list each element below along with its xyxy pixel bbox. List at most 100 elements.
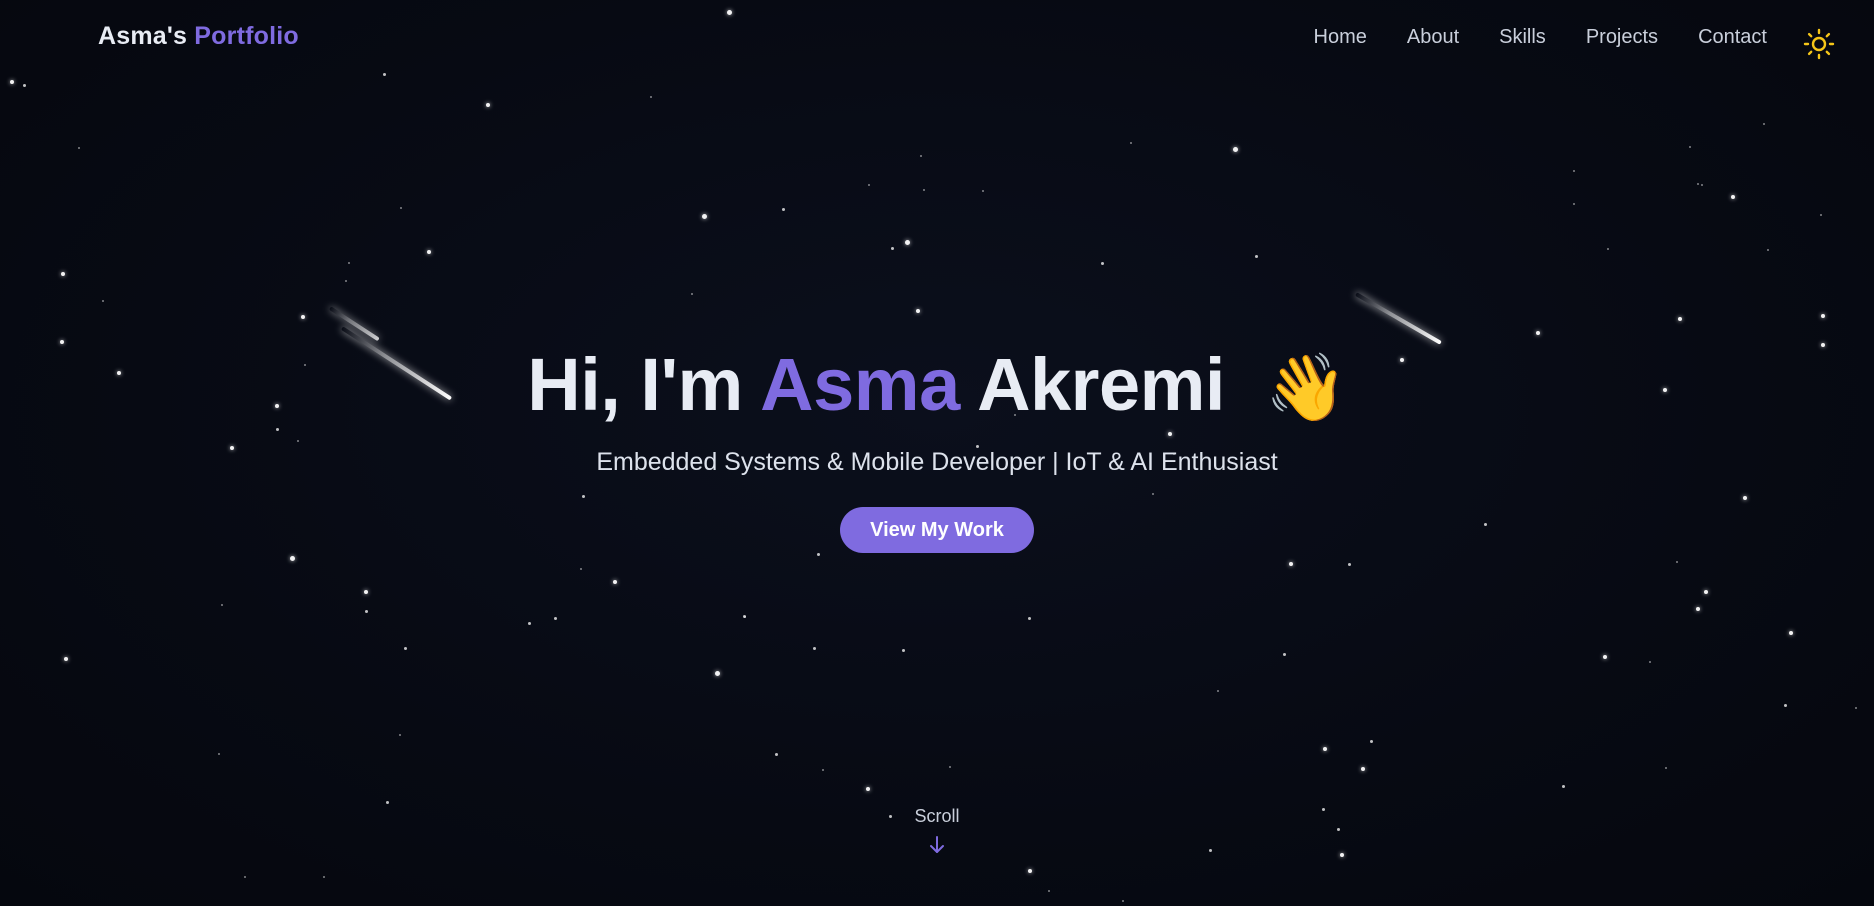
star-dot <box>301 315 305 319</box>
brand-logo[interactable]: Asma's Portfolio <box>98 22 299 51</box>
star-dot <box>290 556 295 561</box>
star-dot <box>1649 661 1651 663</box>
star-dot <box>1233 147 1238 152</box>
star-dot <box>1255 255 1258 258</box>
star-dot <box>902 649 905 652</box>
arrow-down-icon <box>927 835 947 860</box>
star-dot <box>1217 690 1219 692</box>
hero-subtitle: Embedded Systems & Mobile Developer | Io… <box>596 448 1278 476</box>
star-dot <box>1028 869 1032 873</box>
nav-link-skills[interactable]: Skills <box>1499 26 1546 49</box>
view-my-work-button[interactable]: View My Work <box>840 507 1034 553</box>
theme-toggle-button[interactable] <box>1803 28 1835 60</box>
star-dot <box>1784 704 1787 707</box>
star-dot <box>218 753 220 755</box>
star-dot <box>1348 563 1351 566</box>
star-dot <box>1130 142 1132 144</box>
star-dot <box>1701 184 1703 186</box>
shooting-star <box>1355 292 1442 345</box>
star-dot <box>743 615 746 618</box>
star-dot <box>399 734 401 736</box>
star-dot <box>1767 249 1769 251</box>
star-dot <box>1028 617 1031 620</box>
star-dot <box>1731 195 1735 199</box>
star-dot <box>102 300 104 302</box>
top-navbar: Asma's Portfolio Home About Skills Proje… <box>0 0 1874 80</box>
hero-section: Hi, I'm Asma Akremi 👋 Embedded Systems &… <box>0 340 1874 553</box>
star-dot <box>1676 561 1678 563</box>
star-dot <box>323 876 325 878</box>
star-dot <box>691 293 693 295</box>
scroll-indicator[interactable]: Scroll <box>0 806 1874 860</box>
star-dot <box>1678 317 1682 321</box>
nav-link-home[interactable]: Home <box>1314 26 1367 49</box>
star-dot <box>427 250 431 254</box>
star-dot <box>822 769 824 771</box>
star-dot <box>1323 747 1327 751</box>
star-dot <box>1821 314 1825 318</box>
star-dot <box>1603 655 1607 659</box>
star-dot <box>61 272 65 276</box>
star-dot <box>221 604 223 606</box>
star-dot <box>744 616 746 618</box>
star-dot <box>10 80 14 84</box>
star-dot <box>364 590 368 594</box>
star-dot <box>1573 170 1575 172</box>
star-dot <box>1789 631 1793 635</box>
star-dot <box>1289 562 1293 566</box>
star-dot <box>348 262 350 264</box>
star-dot <box>345 280 347 282</box>
star-dot <box>1048 890 1050 892</box>
star-dot <box>866 787 870 791</box>
star-dot <box>1855 707 1857 709</box>
hero-first-name: Asma <box>760 343 960 426</box>
star-dot <box>244 876 246 878</box>
star-dot <box>782 208 785 211</box>
brand-accent: Portfolio <box>194 22 299 50</box>
star-dot <box>1689 146 1691 148</box>
sun-icon <box>1803 28 1835 60</box>
hero-last-name: Akremi <box>977 343 1225 426</box>
page: Asma's Portfolio Home About Skills Proje… <box>0 0 1874 906</box>
star-dot <box>775 753 778 756</box>
star-dot <box>715 671 720 676</box>
star-dot <box>1101 262 1104 265</box>
hero-greeting: Hi, I'm <box>527 343 743 426</box>
star-dot <box>613 580 617 584</box>
star-dot <box>1370 740 1373 743</box>
star-dot <box>486 103 490 107</box>
star-dot <box>400 207 402 209</box>
star-dot <box>1697 183 1699 185</box>
star-dot <box>78 147 80 149</box>
star-dot <box>905 240 910 245</box>
star-dot <box>1763 123 1765 125</box>
star-dot <box>923 189 925 191</box>
star-dot <box>23 84 26 87</box>
star-dot <box>702 214 707 219</box>
star-dot <box>554 617 557 620</box>
star-dot <box>1361 767 1365 771</box>
star-dot <box>404 647 407 650</box>
star-dot <box>386 801 389 804</box>
star-dot <box>1665 767 1667 769</box>
nav-link-projects[interactable]: Projects <box>1586 26 1658 49</box>
nav-links: Home About Skills Projects Contact <box>1314 26 1767 49</box>
nav-link-contact[interactable]: Contact <box>1698 26 1767 49</box>
nav-link-about[interactable]: About <box>1407 26 1459 49</box>
star-dot <box>1122 900 1124 902</box>
star-dot <box>1562 785 1565 788</box>
star-dot <box>528 622 531 625</box>
star-dot <box>64 657 68 661</box>
star-dot <box>650 96 652 98</box>
star-dot <box>813 647 816 650</box>
star-dot <box>1536 331 1540 335</box>
star-dot <box>868 184 870 186</box>
brand-name: Asma's <box>98 22 188 50</box>
waving-hand-icon: 👋 <box>1265 350 1347 424</box>
star-dot <box>920 155 922 157</box>
star-dot <box>1283 653 1286 656</box>
star-dot <box>949 766 951 768</box>
star-dot <box>1696 607 1700 611</box>
star-dot <box>580 568 582 570</box>
star-dot <box>1573 203 1575 205</box>
